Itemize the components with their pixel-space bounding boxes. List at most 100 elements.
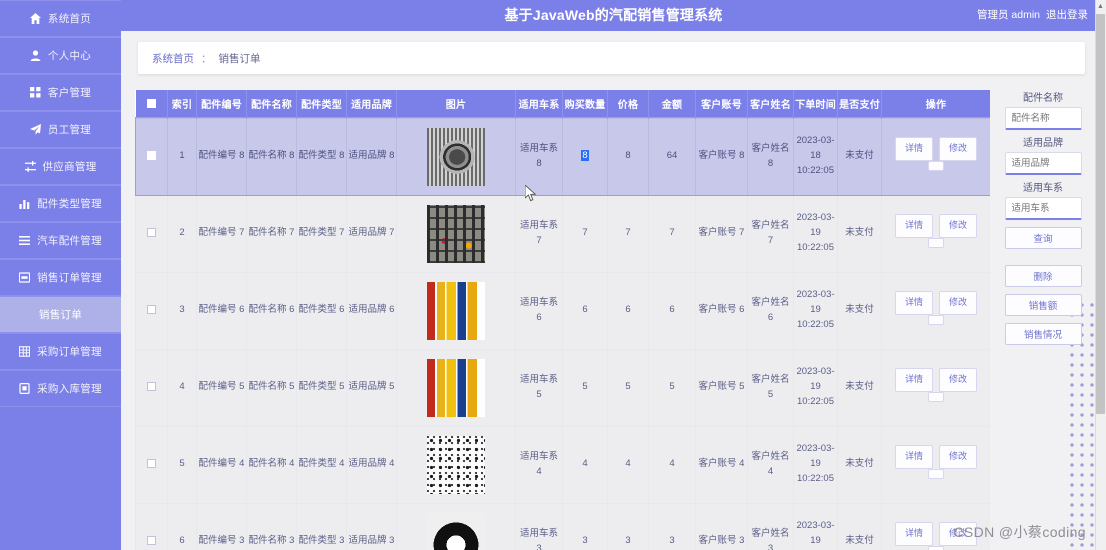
edit-button[interactable]: 修改 (939, 136, 977, 161)
column-header-6: 图片 (396, 90, 516, 118)
column-header-14: 是否支付 (837, 90, 882, 118)
row-checkbox-cell[interactable] (135, 348, 168, 427)
sales-amount-button[interactable]: 销售额 (1004, 294, 1082, 316)
scroll-up-arrow[interactable]: ▲ (1096, 1, 1105, 12)
cell-actions: 详情 修改 (881, 194, 990, 273)
sidebar-item-label: 汽车配件管理 (37, 235, 102, 247)
cell-value: 配件类型 3 (298, 535, 345, 547)
cell-value: 配件编号 6 (198, 304, 245, 316)
column-header-2: 配件编号 (196, 90, 247, 118)
detail-button[interactable]: 详情 (895, 213, 933, 238)
column-header-12: 客户姓名 (747, 90, 794, 118)
cell-order_time: 2023-03-18 10:22:05 (793, 117, 838, 196)
table-row[interactable]: 2 配件编号 7 配件名称 7 配件类型 7 适用品牌 7 适用车系 7 7 7 7 客户账号 7… (135, 194, 990, 273)
part-image-cell[interactable] (396, 425, 516, 504)
sidebar-item-5[interactable]: 供应商管理 (0, 148, 121, 185)
cell-cust_name: 客户姓名 7 (747, 194, 794, 273)
more-action-button[interactable] (928, 160, 944, 171)
search-button[interactable]: 查询 (1004, 227, 1082, 249)
row-checkbox-cell[interactable] (135, 117, 168, 196)
detail-button[interactable]: 详情 (895, 367, 933, 392)
table-row[interactable]: 3 配件编号 6 配件名称 6 配件类型 6 适用品牌 6 适用车系 6 6 6 6 客户账号 6… (135, 271, 990, 350)
sales-status-button[interactable]: 销售情况 (1004, 323, 1082, 345)
cell-value: 未支付 (845, 535, 874, 547)
row-checkbox[interactable] (147, 536, 156, 546)
more-action-button[interactable] (928, 391, 944, 402)
cell-order_time: 2023-03-19 10:22:05 (793, 425, 838, 504)
part-image[interactable] (427, 358, 485, 417)
row-checkbox[interactable] (147, 382, 156, 392)
row-checkbox-cell[interactable] (135, 271, 168, 350)
filter-input-1[interactable] (1004, 107, 1082, 130)
cell-value: 适用品牌 8 (348, 150, 395, 162)
sidebar-item-7[interactable]: 汽车配件管理 (0, 222, 121, 259)
part-image[interactable] (427, 204, 485, 263)
orders-table-container[interactable]: 索引 配件编号 配件名称 配件类型 适用品牌 图片 适用车系 购买数量 价格 金额 客户账号 客户姓名… (135, 90, 990, 550)
sidebar-item-10[interactable]: 采购订单管理 (0, 333, 121, 370)
select-all-checkbox-cell[interactable] (135, 90, 168, 118)
column-header-label: 配件名称 (251, 100, 292, 112)
part-image-cell[interactable] (396, 502, 516, 550)
table-row[interactable]: 4 配件编号 5 配件名称 5 配件类型 5 适用品牌 5 适用车系 5 5 5 5 客户账号 5… (135, 348, 990, 427)
part-image-cell[interactable] (396, 117, 516, 196)
edit-button[interactable]: 修改 (939, 290, 977, 315)
filter-label-3: 适用车系 (1023, 183, 1063, 194)
filter-input-3[interactable] (1004, 197, 1082, 220)
sidebar-item-2[interactable]: 个人中心 (0, 37, 121, 74)
row-checkbox-cell[interactable] (135, 425, 168, 504)
part-image-cell[interactable] (396, 194, 516, 273)
edit-button[interactable]: 修改 (939, 521, 977, 546)
breadcrumb-home[interactable]: 系统首页 (152, 51, 194, 66)
box-icon (19, 383, 30, 394)
cell-value: 适用车系 4 (519, 450, 558, 477)
table-row[interactable]: 1 配件编号 8 配件名称 8 配件类型 8 适用品牌 8 适用车系 8 8 8 64 客户账号 … (135, 117, 990, 196)
detail-button[interactable]: 详情 (895, 290, 933, 315)
page-scrollbar-thumb[interactable] (1096, 14, 1105, 414)
row-checkbox[interactable] (147, 151, 156, 161)
select-all-checkbox[interactable] (146, 99, 156, 109)
sidebar-item-6[interactable]: 配件类型管理 (0, 185, 121, 222)
part-image-cell[interactable] (396, 348, 516, 427)
sidebar-item-label: 系统首页 (47, 13, 92, 25)
cell-index: 2 (167, 194, 197, 273)
edit-button[interactable]: 修改 (939, 367, 977, 392)
sidebar-item-8[interactable]: 销售订单管理 (0, 259, 121, 296)
cell-part_type: 配件类型 4 (296, 425, 347, 504)
more-action-button[interactable] (928, 314, 944, 325)
detail-button[interactable]: 详情 (895, 136, 933, 161)
sidebar-item-9[interactable]: 销售订单 (0, 296, 121, 333)
sidebar-item-4[interactable]: 员工管理 (0, 111, 121, 148)
sidebar-item-1[interactable]: 系统首页 (0, 0, 121, 37)
delete-button[interactable]: 删除 (1004, 265, 1082, 287)
part-image[interactable] (427, 435, 485, 494)
cell-value: 配件编号 8 (198, 150, 245, 162)
part-image[interactable] (427, 281, 485, 340)
part-image-cell[interactable] (396, 271, 516, 350)
cell-amount: 5 (648, 348, 696, 427)
row-checkbox-cell[interactable] (135, 194, 168, 273)
logout-link[interactable]: 退出登录 (1046, 0, 1088, 31)
column-header-15: 操作 (881, 90, 990, 118)
sliders-icon (24, 161, 36, 172)
table-row[interactable]: 5 配件编号 4 配件名称 4 配件类型 4 适用品牌 4 适用车系 4 4 4 4 客户账号 4… (135, 425, 990, 504)
detail-button[interactable]: 详情 (895, 521, 933, 546)
user-icon (30, 50, 41, 61)
sidebar-item-3[interactable]: 客户管理 (0, 74, 121, 111)
row-checkbox[interactable] (147, 305, 156, 315)
more-action-button[interactable] (928, 545, 944, 550)
row-checkbox[interactable] (147, 228, 156, 238)
sidebar-item-11[interactable]: 采购入库管理 (0, 370, 121, 407)
edit-button[interactable]: 修改 (939, 213, 977, 238)
detail-button[interactable]: 详情 (895, 444, 933, 469)
filter-input-2[interactable] (1004, 152, 1082, 175)
table-row[interactable]: 6 配件编号 3 配件名称 3 配件类型 3 适用品牌 3 适用车系 3 3 3 3 客户账号 3… (135, 502, 990, 550)
more-action-button[interactable] (928, 237, 944, 248)
part-image[interactable] (427, 127, 485, 186)
more-action-button[interactable] (928, 468, 944, 479)
row-checkbox[interactable] (147, 459, 156, 469)
part-image[interactable] (427, 512, 485, 550)
row-checkbox-cell[interactable] (135, 502, 168, 550)
sidebar-nav: 系统首页个人中心 客户管理 员工管理 供应商管理 配件类型管理汽车配件管理销售订单管理销… (0, 0, 121, 550)
cell-value: 8 (581, 150, 589, 162)
edit-button[interactable]: 修改 (939, 444, 977, 469)
